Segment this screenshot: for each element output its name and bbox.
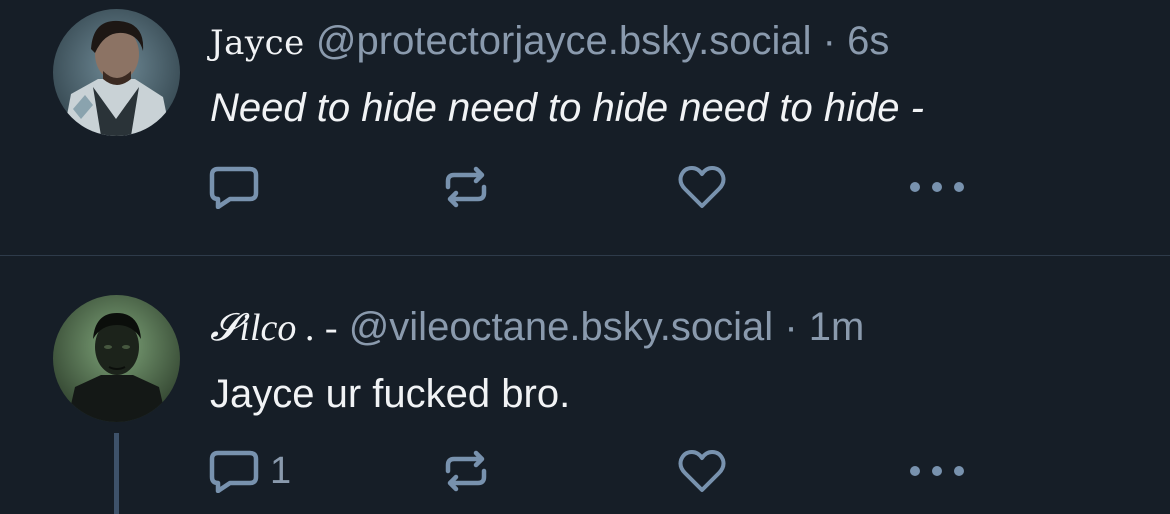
separator: · <box>822 19 836 63</box>
more-icon <box>910 182 964 192</box>
post-actions <box>0 162 1170 212</box>
avatar-jayce-image <box>53 9 180 136</box>
more-button[interactable] <box>908 162 966 212</box>
feed: Jayce @protectorjayce.bsky.social · 6s N… <box>0 0 1170 514</box>
post-actions: 1 <box>0 446 1170 496</box>
repost-button[interactable] <box>440 162 492 212</box>
display-name[interactable]: Jayce <box>210 23 305 63</box>
post-text: Need to hide need to hide need to hide - <box>210 86 924 130</box>
handle[interactable]: @vileoctane.bsky.social <box>349 305 774 349</box>
avatar[interactable] <box>53 9 180 136</box>
more-icon <box>910 466 964 476</box>
display-name[interactable]: 𝓢ilco . - <box>210 307 338 349</box>
timestamp[interactable]: 6s <box>847 19 889 63</box>
reply-button[interactable]: 1 <box>208 446 291 496</box>
like-icon <box>678 166 726 208</box>
more-button[interactable] <box>908 446 966 496</box>
repost-icon <box>445 450 487 492</box>
separator: · <box>784 305 798 349</box>
reply-button[interactable] <box>208 162 260 212</box>
handle[interactable]: @protectorjayce.bsky.social <box>316 19 812 63</box>
reply-count: 1 <box>270 450 292 492</box>
repost-icon <box>445 166 487 208</box>
repost-button[interactable] <box>440 446 492 496</box>
like-icon <box>678 450 726 492</box>
post-text: Jayce ur fucked bro. <box>210 372 571 416</box>
like-button[interactable] <box>677 446 727 496</box>
timestamp[interactable]: 1m <box>809 305 865 349</box>
post-header: 𝓢ilco . - @vileoctane.bsky.social · 1m <box>210 303 864 352</box>
avatar-silco-image <box>53 295 180 422</box>
post-jayce[interactable]: Jayce @protectorjayce.bsky.social · 6s N… <box>0 0 1170 255</box>
reply-icon <box>209 166 259 209</box>
avatar[interactable] <box>53 295 180 422</box>
reply-icon <box>209 450 259 493</box>
like-button[interactable] <box>677 162 727 212</box>
post-header: Jayce @protectorjayce.bsky.social · 6s <box>210 17 889 67</box>
post-silco[interactable]: 𝓢ilco . - @vileoctane.bsky.social · 1m J… <box>0 256 1170 514</box>
